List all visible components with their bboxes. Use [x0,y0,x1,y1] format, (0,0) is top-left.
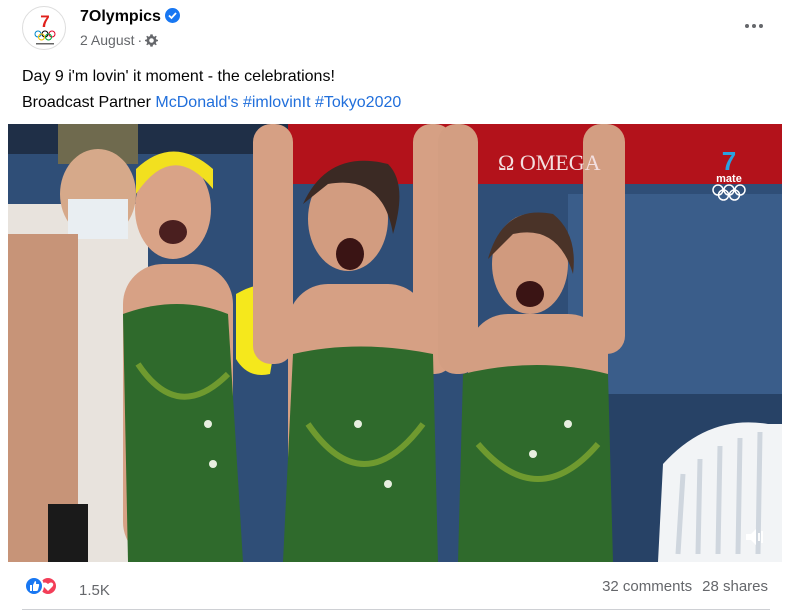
more-horizontal-icon [745,24,763,28]
facebook-post: 7 7Olympics 2 August · Day 9 i'm lovin' i… [0,0,790,613]
svg-text:7: 7 [722,146,736,176]
seven-olympics-logo: 7 [34,12,56,45]
post-meta: 2 August · [80,32,159,50]
like-reaction-icon [24,576,44,596]
imlovinit-hashtag[interactable]: #imlovinIt [243,94,311,111]
mute-button[interactable] [742,524,768,550]
post-footer: 1.5K 32 comments 28 shares [22,572,770,604]
post-date[interactable]: 2 August [80,32,135,48]
seven-mate-logo: 7 mate [704,146,754,202]
post-text: Day 9 i'm lovin' it moment - the celebra… [22,64,772,116]
page-avatar[interactable]: 7 [22,6,66,50]
footer-divider [22,609,770,610]
post-text-line-1: Day 9 i'm lovin' it moment - the celebra… [22,68,335,85]
post-text-line-2: Broadcast Partner McDonald's #imlovinIt … [22,90,772,116]
page-name[interactable]: 7Olympics [80,8,180,26]
celebrating-swimmers-image: Ω OMEGA [8,124,782,562]
post-header: 7 7Olympics 2 August · [22,6,772,50]
comments-count[interactable]: 32 comments [602,578,692,595]
tokyo2020-hashtag[interactable]: #Tokyo2020 [315,94,401,111]
svg-text:7: 7 [40,12,49,31]
engagement-counts: 32 comments 28 shares [602,578,768,595]
shares-count[interactable]: 28 shares [702,578,768,595]
more-options-button[interactable] [742,14,766,38]
mcdonalds-link[interactable]: McDonald's [155,94,238,111]
verified-badge-icon [164,8,180,23]
broadcast-partner-text: Broadcast Partner [22,94,156,111]
post-video[interactable]: Ω OMEGA 7 mate [8,124,782,562]
meta-separator: · [137,32,143,48]
reaction-count[interactable]: 1.5K [79,582,110,599]
gear-icon[interactable] [145,34,159,50]
svg-text:mate: mate [716,173,742,185]
omega-banner-text: Ω OMEGA [498,150,601,175]
speaker-icon [746,529,763,545]
page-name-text[interactable]: 7Olympics [80,8,161,25]
